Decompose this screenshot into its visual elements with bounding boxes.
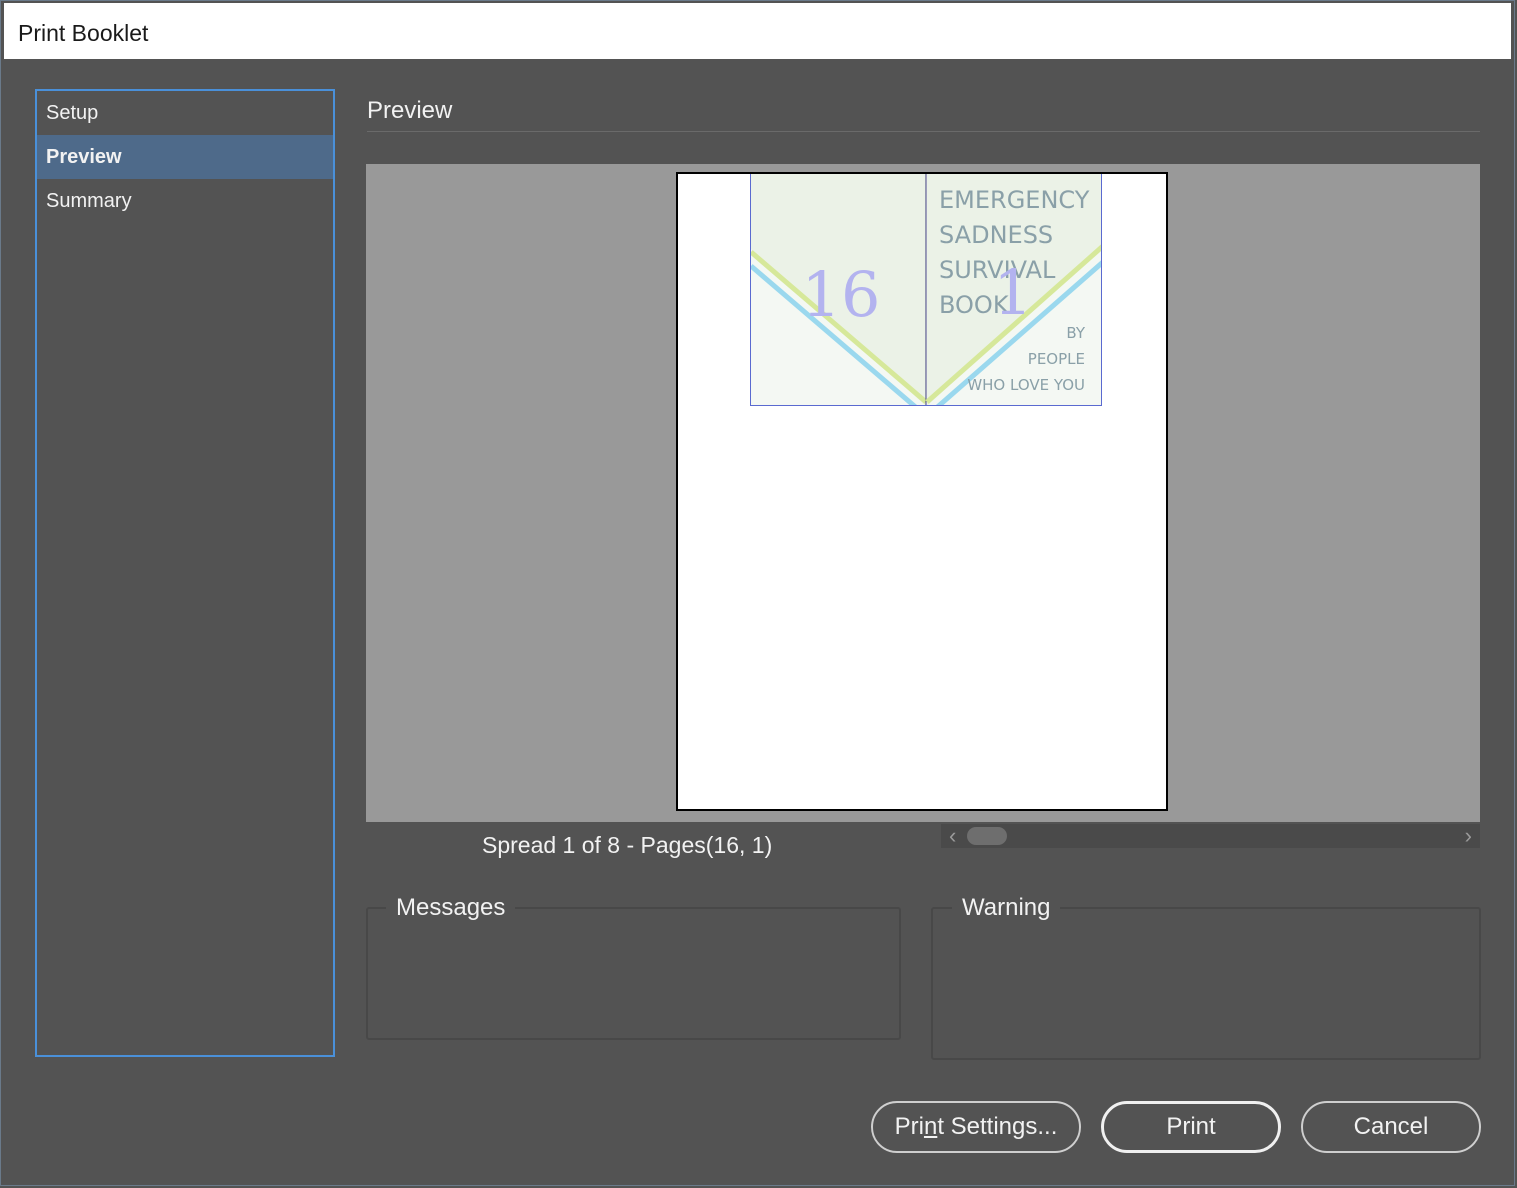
horizontal-scrollbar[interactable]: ‹ › bbox=[941, 824, 1480, 848]
printer-sheet: 16 EMERGENCY SADNESS SURVIVAL BOOK 1 BY … bbox=[676, 172, 1168, 811]
warning-box bbox=[931, 907, 1481, 1060]
title-bar[interactable]: Print Booklet bbox=[4, 3, 1511, 59]
sidebar-item-preview[interactable]: Preview bbox=[37, 135, 333, 179]
messages-box bbox=[366, 907, 901, 1040]
sidebar-item-summary[interactable]: Summary bbox=[37, 179, 333, 223]
preview-canvas: 16 EMERGENCY SADNESS SURVIVAL BOOK 1 BY … bbox=[366, 164, 1480, 822]
print-button[interactable]: Print bbox=[1101, 1101, 1281, 1153]
cover-byline-line-1: BY bbox=[1066, 324, 1085, 342]
cover-byline-line-3: WHO LOVE YOU bbox=[967, 376, 1085, 394]
right-page-number: 1 bbox=[993, 256, 1032, 329]
chevron-left-icon[interactable]: ‹ bbox=[949, 824, 956, 848]
print-settings-label-start: Pri bbox=[894, 1113, 924, 1140]
spread-info: Spread 1 of 8 - Pages(16, 1) bbox=[482, 832, 773, 858]
left-page: 16 bbox=[751, 174, 928, 405]
cover-byline-line-2: PEOPLE bbox=[1028, 350, 1085, 368]
sidebar-nav: Setup Preview Summary bbox=[35, 89, 335, 1057]
print-settings-label-end: t Settings... bbox=[937, 1113, 1058, 1140]
section-divider bbox=[367, 131, 1480, 132]
left-page-number: 16 bbox=[802, 258, 881, 331]
chevron-right-icon[interactable]: › bbox=[1465, 824, 1472, 848]
print-settings-button[interactable]: Print Settings... bbox=[871, 1101, 1081, 1153]
warning-label: Warning bbox=[952, 894, 1061, 922]
sidebar-item-setup[interactable]: Setup bbox=[37, 91, 333, 135]
cover-title-line-1: EMERGENCY bbox=[939, 186, 1090, 214]
scrollbar-thumb[interactable] bbox=[967, 827, 1007, 845]
booklet-spread: 16 EMERGENCY SADNESS SURVIVAL BOOK 1 BY … bbox=[750, 174, 1102, 406]
messages-label: Messages bbox=[386, 894, 516, 922]
cover-title-line-2: SADNESS bbox=[939, 221, 1053, 249]
print-settings-mnemonic: n bbox=[923, 1113, 938, 1140]
section-title: Preview bbox=[367, 97, 453, 124]
right-page: EMERGENCY SADNESS SURVIVAL BOOK 1 BY PEO… bbox=[925, 174, 1101, 405]
dialog-title: Print Booklet bbox=[18, 20, 149, 46]
cancel-button[interactable]: Cancel bbox=[1301, 1101, 1481, 1153]
